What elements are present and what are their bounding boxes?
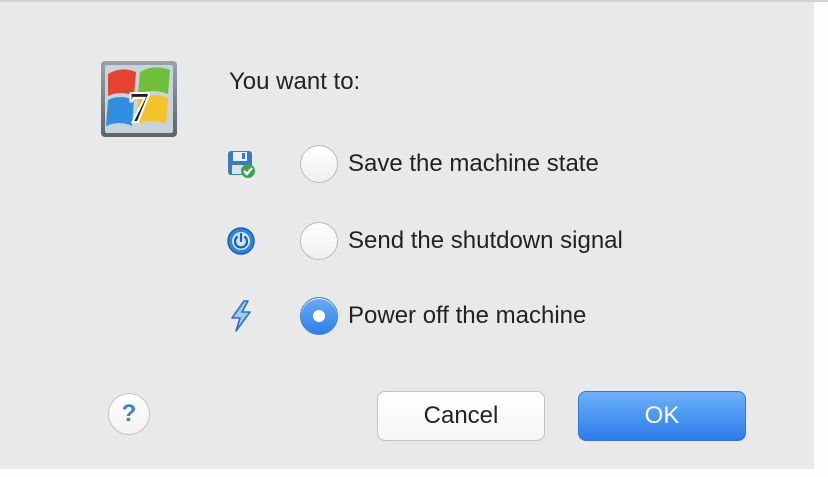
option-label[interactable]: Send the shutdown signal [348, 227, 623, 255]
dialog-prompt: You want to: [229, 68, 361, 95]
lightning-bolt-icon [224, 299, 258, 333]
option-save-state[interactable]: Save the machine state [224, 142, 599, 186]
option-power-off[interactable]: Power off the machine [224, 294, 586, 338]
close-vm-dialog: 7 You want to: Save the machine state Se… [0, 0, 828, 477]
cancel-button[interactable]: Cancel [377, 391, 545, 441]
option-label[interactable]: Power off the machine [348, 302, 586, 330]
svg-text:7: 7 [128, 83, 150, 132]
option-shutdown-signal[interactable]: Send the shutdown signal [224, 219, 623, 263]
windows7-vm-icon: 7 [100, 60, 178, 138]
ok-button[interactable]: OK [578, 391, 746, 441]
help-button[interactable]: ? [108, 393, 150, 435]
window-edge-right [814, 2, 828, 477]
radio-save-state[interactable] [300, 145, 338, 183]
radio-shutdown-signal[interactable] [300, 222, 338, 260]
save-state-icon [224, 147, 258, 181]
radio-selected-dot [313, 310, 325, 322]
radio-power-off[interactable] [300, 297, 338, 335]
option-label[interactable]: Save the machine state [348, 150, 599, 178]
help-icon: ? [121, 400, 137, 427]
window-edge-bottom [0, 469, 828, 477]
power-button-icon [224, 224, 258, 258]
